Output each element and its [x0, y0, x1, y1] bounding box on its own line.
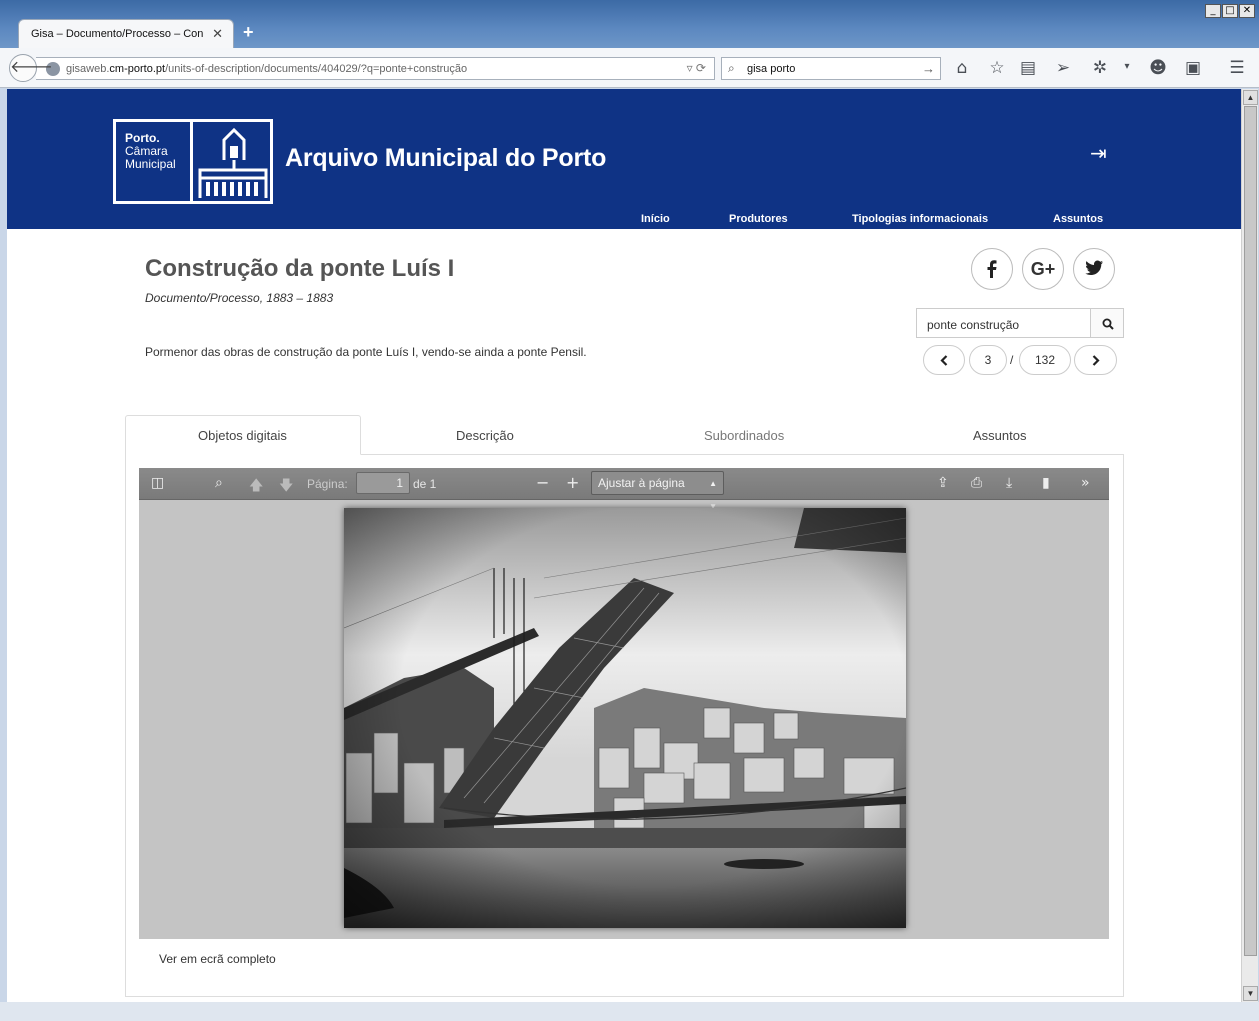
previous-page-icon[interactable]: 🡅 — [249, 475, 263, 499]
window-controls: _ □ ✕ — [1205, 4, 1255, 18]
city-hall-icon — [198, 127, 268, 198]
reading-list-icon[interactable]: ▤ — [1017, 58, 1039, 78]
twitter-icon — [1085, 260, 1103, 276]
minimize-button[interactable]: _ — [1205, 4, 1221, 18]
tab-label-objetos-digitais[interactable]: Objetos digitais — [198, 428, 287, 443]
pager-separator: / — [1010, 353, 1014, 367]
bridge-construction-photo — [344, 508, 906, 928]
login-icon[interactable]: ⇥ — [1090, 141, 1107, 165]
new-tab-button[interactable]: + — [243, 22, 254, 43]
facebook-share-button[interactable] — [971, 248, 1013, 290]
fullscreen-link[interactable]: Ver em ecrã completo — [159, 952, 276, 966]
dropdown-icon[interactable]: ▾ — [1116, 61, 1138, 72]
open-file-icon[interactable]: ⇪ — [937, 475, 949, 491]
browser-search-input[interactable]: ⌕ gisa porto → — [721, 57, 941, 80]
next-page-icon[interactable]: 🡇 — [279, 475, 293, 499]
find-icon[interactable]: ⌕ — [215, 475, 223, 491]
zoom-out-icon[interactable]: − — [536, 473, 549, 492]
page-label: Página: — [307, 477, 348, 491]
tab-close-icon[interactable]: ✕ — [212, 26, 223, 42]
site-title: Arquivo Municipal do Porto — [285, 144, 607, 172]
download-icon[interactable]: ⤓ — [1006, 475, 1012, 491]
tab-descricao[interactable]: Descrição — [456, 428, 514, 443]
print-icon[interactable]: ⎙ — [971, 475, 982, 491]
next-result-button[interactable] — [1074, 345, 1117, 375]
facebook-icon — [987, 260, 997, 278]
nav-assuntos[interactable]: Assuntos — [1053, 213, 1103, 225]
browser-tab[interactable]: Gisa – Documento/Processo – Con... ✕ — [18, 19, 234, 48]
home-icon[interactable]: ⌂ — [951, 58, 973, 78]
bookmark-star-icon[interactable]: ☆ — [986, 58, 1008, 78]
pager-total: 132 — [1019, 345, 1071, 375]
pdf-viewer: ◫ ⌕ 🡅 🡇 Página: 1 de 1 − + Ajustar à pág… — [139, 468, 1109, 939]
sidebar-toggle-icon[interactable]: ◫ — [151, 475, 164, 491]
document-description: Pormenor das obras de construção da pont… — [145, 345, 587, 359]
google-plus-share-button[interactable]: G+ — [1022, 248, 1064, 290]
chevron-left-icon — [940, 355, 948, 366]
url-bar[interactable]: gisaweb.cm-porto.pt/units-of-description… — [36, 57, 715, 80]
document-search-input[interactable]: ponte construção — [916, 308, 1091, 338]
maximize-button[interactable]: □ — [1222, 4, 1238, 18]
close-window-button[interactable]: ✕ — [1239, 4, 1255, 18]
pager-current[interactable]: 3 — [969, 345, 1007, 375]
twitter-share-button[interactable] — [1073, 248, 1115, 290]
search-icon: ⌕ — [728, 61, 735, 75]
page-scrollbar[interactable]: ▲ ▼ — [1241, 89, 1258, 1002]
logo-text: Porto. Câmara Municipal — [125, 131, 176, 171]
tools-icon[interactable]: » — [1081, 475, 1090, 491]
site-logo[interactable]: Porto. Câmara Municipal — [113, 119, 273, 204]
url-text: gisaweb.cm-porto.pt/units-of-description… — [66, 63, 468, 75]
nav-inicio[interactable]: Início — [641, 213, 670, 225]
window-titlebar: _ □ ✕ Gisa – Documento/Processo – Con...… — [0, 0, 1259, 48]
scroll-down-button[interactable]: ▼ — [1243, 986, 1258, 1001]
send-icon[interactable]: ➢ — [1052, 58, 1074, 78]
document-search-value: ponte construção — [927, 318, 1020, 332]
addon-icon[interactable]: ▣ — [1182, 58, 1204, 78]
document-photo — [344, 508, 906, 928]
document-title: Construção da ponte Luís I — [145, 255, 455, 282]
logo-divider — [190, 122, 193, 201]
search-icon — [1102, 318, 1114, 330]
browser-navbar: gisaweb.cm-porto.pt/units-of-description… — [0, 48, 1259, 88]
zoom-select[interactable]: Ajustar à página ▲ ▼ — [591, 471, 724, 511]
nav-tipologias[interactable]: Tipologias informacionais — [852, 213, 988, 225]
bookmark-icon[interactable]: ▮ — [1042, 475, 1050, 491]
nav-produtores[interactable]: Produtores — [729, 213, 788, 225]
site-header: Porto. Câmara Municipal Arquivo Municipa — [7, 89, 1241, 229]
document-meta: Documento/Processo, 1883 – 1883 — [145, 291, 334, 305]
page-viewport: Porto. Câmara Municipal Arquivo Municipa — [7, 89, 1241, 1002]
zoom-in-icon[interactable]: + — [566, 473, 579, 492]
browser-statusbar — [0, 1002, 1259, 1021]
pdf-toolbar: ◫ ⌕ 🡅 🡇 Página: 1 de 1 − + Ajustar à pág… — [139, 468, 1109, 511]
previous-result-button[interactable] — [923, 345, 965, 375]
scroll-up-button[interactable]: ▲ — [1243, 90, 1258, 105]
menu-icon[interactable]: ☰ — [1226, 58, 1248, 78]
browser-search-value: gisa porto — [747, 63, 796, 75]
search-go-icon[interactable]: → — [922, 61, 935, 76]
tab-subordinados[interactable]: Subordinados — [704, 428, 784, 443]
browser-tab-title: Gisa – Documento/Processo – Con... — [31, 28, 203, 40]
scroll-thumb[interactable] — [1244, 106, 1257, 956]
google-plus-icon: G+ — [1030, 259, 1056, 279]
page-number-input[interactable]: 1 — [356, 472, 410, 494]
page-count: de 1 — [413, 477, 437, 491]
back-button[interactable]: 🡐 — [9, 54, 53, 82]
tab-assuntos[interactable]: Assuntos — [973, 428, 1026, 443]
document-search-button[interactable] — [1090, 308, 1124, 338]
chat-icon[interactable]: ☻ — [1147, 58, 1169, 78]
reload-icon[interactable]: ▿ ⟳ — [687, 61, 706, 75]
extension-icon[interactable]: ✲ — [1089, 58, 1111, 78]
chevron-right-icon — [1092, 355, 1100, 366]
